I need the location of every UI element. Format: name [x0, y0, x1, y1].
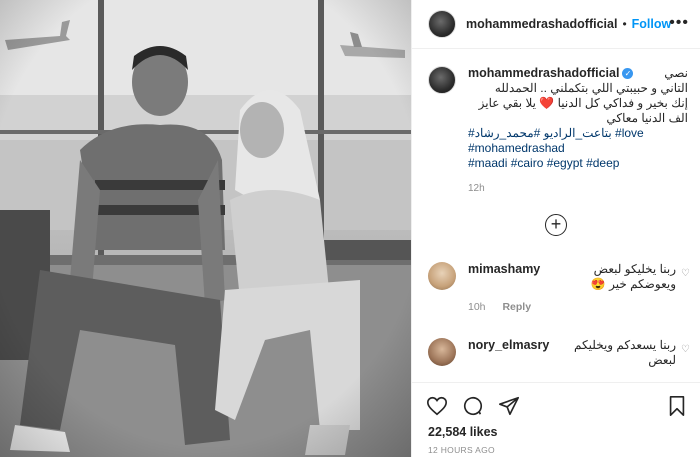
separator-dot: •: [622, 17, 627, 31]
heart-icon[interactable]: [426, 395, 448, 417]
post-photo-image: [0, 0, 411, 457]
comment-avatar[interactable]: [428, 262, 456, 290]
likes-count[interactable]: 22,584 likes: [428, 425, 498, 439]
caption-line-2: التاني و حبيبتي اللي بتكملني .. الحمدلله: [494, 81, 688, 95]
comment-text-2: ويعوضكم خير 😍: [590, 277, 676, 291]
red-heart-icon: ❤️: [539, 96, 555, 110]
post-header: mohammedrashadofficial • Follow •••: [412, 0, 700, 49]
post-actions-bar: 22,584 likes 12 HOURS AGO: [412, 382, 700, 457]
comment-username[interactable]: mimashamy: [468, 262, 540, 276]
hashtags-line-2[interactable]: #mohamedrashad: [468, 141, 688, 156]
post-timestamp: 12 HOURS AGO: [428, 445, 495, 455]
comment-item: mimashamy ربنا يخليكو لبعض ويعوضكم خير 😍…: [428, 262, 696, 315]
more-options-icon[interactable]: •••: [669, 14, 689, 32]
share-icon[interactable]: [498, 395, 520, 417]
load-more-comments-icon[interactable]: +: [545, 214, 567, 236]
comment-username[interactable]: nory_elmasry: [468, 338, 549, 352]
reply-button[interactable]: Reply: [502, 301, 531, 313]
comment-like-icon[interactable]: ♡: [681, 268, 690, 279]
caption-line-3: إنك بخير و فداكي كل الدنيا ❤️ يلا بقي عا…: [468, 96, 688, 111]
author-username[interactable]: mohammedrashadofficial: [466, 17, 617, 31]
comment-icon[interactable]: [462, 395, 484, 417]
comment-avatar[interactable]: [428, 338, 456, 366]
hashtags-line-1[interactable]: #بتاعت_الراديو #محمد_رشاد #love: [468, 126, 688, 141]
verified-badge-icon: ✓: [622, 68, 634, 79]
comment-text-1: ربنا يخليكو لبعض: [593, 262, 676, 276]
caption-avatar[interactable]: [428, 66, 456, 94]
comment-like-icon[interactable]: ♡: [681, 344, 690, 355]
author-avatar[interactable]: [428, 10, 456, 38]
caption-username[interactable]: mohammedrashadofficial: [468, 66, 619, 80]
caption-line-4: الف الدنيا معاكي: [606, 111, 688, 125]
caption-block: mohammedrashadofficial ✓ نصي التاني و حبي…: [428, 66, 688, 196]
comment-item: nory_elmasry ربنا يسعدكم ويخليكم لبعض ♡: [428, 338, 696, 368]
caption-line-3-text: إنك بخير و فداكي كل الدنيا: [557, 96, 688, 110]
post-side-panel: mohammedrashadofficial • Follow ••• moha…: [411, 0, 700, 457]
follow-button[interactable]: Follow: [632, 17, 672, 31]
caption-time[interactable]: 12h: [468, 181, 688, 196]
hashtags-line-3[interactable]: #maadi #cairo #egypt #deep: [468, 156, 688, 171]
bookmark-icon[interactable]: [667, 395, 687, 417]
caption-line-1: نصي: [664, 66, 688, 80]
comment-text-1: ربنا يسعدكم ويخليكم: [574, 338, 676, 352]
comment-text-2: لبعض: [648, 353, 676, 367]
post-photo[interactable]: [0, 0, 411, 457]
caption-line-3b-text: يلا بقي عايز: [478, 96, 536, 110]
comment-time[interactable]: 10h: [468, 301, 486, 313]
